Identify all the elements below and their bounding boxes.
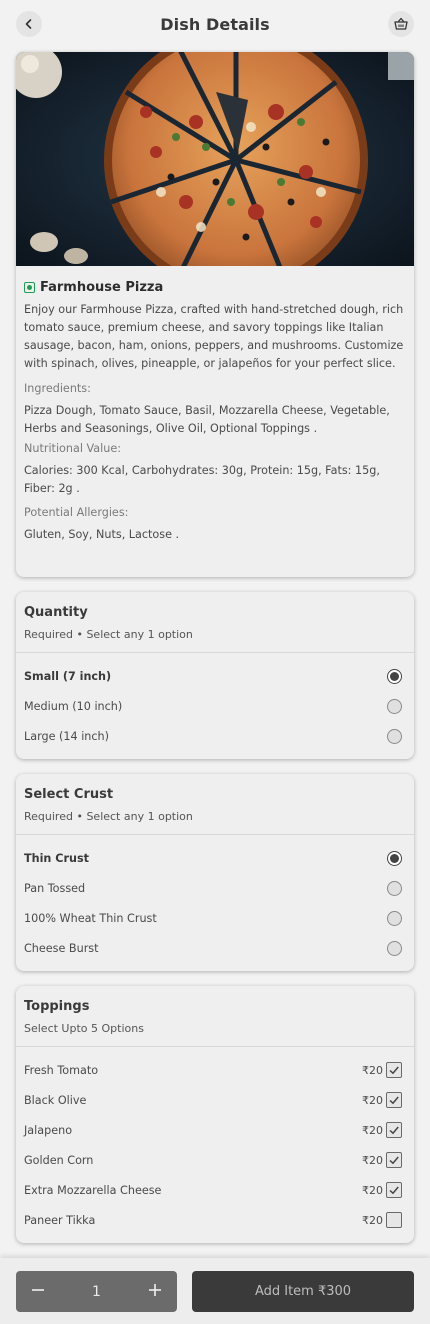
quantity-option-large[interactable]: Large (14 inch) [16,721,414,751]
check-icon [389,1096,399,1105]
checkbox[interactable] [386,1092,402,1108]
radio-selected-icon[interactable] [387,850,402,866]
option-label: Black Olive [24,1093,87,1107]
back-button[interactable] [16,11,42,37]
checkbox[interactable] [386,1182,402,1198]
option-label: Cheese Burst [24,941,99,955]
radio-selected-icon[interactable] [387,668,402,684]
radio-icon[interactable] [387,880,402,896]
topping-golden-corn[interactable]: Golden Corn ₹20 [16,1145,414,1175]
page-title: Dish Details [160,14,270,34]
radio-icon[interactable] [387,910,402,926]
add-item-button[interactable]: Add Item ₹300 [192,1271,414,1312]
crust-option-cheese-burst[interactable]: Cheese Burst [16,933,414,963]
topping-price: ₹20 [362,1093,383,1107]
crust-subtitle: Required • Select any 1 option [24,810,193,823]
crust-option-pan[interactable]: Pan Tossed [16,873,414,903]
veg-indicator-icon [24,282,35,293]
topping-paneer-tikka[interactable]: Paneer Tikka ₹20 [16,1205,414,1235]
check-icon [389,1066,399,1075]
crust-option-thin[interactable]: Thin Crust [16,843,414,873]
option-label: Golden Corn [24,1153,94,1167]
topping-price: ₹20 [362,1063,383,1077]
topping-price: ₹20 [362,1183,383,1197]
minus-icon [32,1288,44,1291]
topping-price: ₹20 [362,1123,383,1137]
checkbox[interactable] [386,1152,402,1168]
radio-icon[interactable] [387,728,402,744]
allergies-label: Potential Allergies: [24,506,129,519]
toppings-card: Toppings Select Upto 5 Options Fresh Tom… [16,986,414,1243]
topping-jalapeno[interactable]: Jalapeno ₹20 [16,1115,414,1145]
option-label: Medium (10 inch) [24,699,123,713]
option-label: Fresh Tomato [24,1063,99,1077]
toppings-subtitle: Select Upto 5 Options [24,1022,144,1035]
quantity-option-small[interactable]: Small (7 inch) [16,661,414,691]
chevron-left-icon [25,19,32,29]
option-label: Jalapeno [24,1123,73,1137]
topping-fresh-tomato[interactable]: Fresh Tomato ₹20 [16,1055,414,1085]
topping-price: ₹20 [362,1213,383,1227]
plus-icon [148,1283,161,1296]
nutrition-label: Nutritional Value: [24,442,121,455]
dish-name-row: Farmhouse Pizza [24,280,406,295]
quantity-stepper: 1 [16,1271,177,1312]
dish-description: Enjoy our Farmhouse Pizza, crafted with … [24,303,404,370]
basket-icon [394,17,408,30]
pizza-image [16,52,414,266]
allergies-value: Gluten, Soy, Nuts, Lactose . [24,528,180,541]
crust-card: Select Crust Required • Select any 1 opt… [16,774,414,971]
crust-option-wheat[interactable]: 100% Wheat Thin Crust [16,903,414,933]
option-label: Extra Mozzarella Cheese [24,1183,162,1197]
quantity-value: 1 [92,1283,101,1300]
quantity-option-medium[interactable]: Medium (10 inch) [16,691,414,721]
option-label: Paneer Tikka [24,1213,96,1227]
check-icon [389,1186,399,1195]
topping-price: ₹20 [362,1153,383,1167]
check-icon [389,1156,399,1165]
option-label: Small (7 inch) [24,669,112,683]
checkbox[interactable] [386,1122,402,1138]
dish-name: Farmhouse Pizza [40,280,164,295]
check-icon [389,1126,399,1135]
radio-icon[interactable] [387,698,402,714]
quantity-title: Quantity [24,605,88,620]
crust-title: Select Crust [24,787,114,802]
quantity-subtitle: Required • Select any 1 option [24,628,193,641]
quantity-card: Quantity Required • Select any 1 option … [16,592,414,759]
toppings-options: Fresh Tomato ₹20 Black Olive ₹20 Jalapen… [16,1047,414,1235]
toppings-title: Toppings [24,999,90,1014]
ingredients-value: Pizza Dough, Tomato Sauce, Basil, Mozzar… [24,404,390,435]
checkbox[interactable] [386,1062,402,1078]
nutrition-value: Calories: 300 Kcal, Carbohydrates: 30g, … [24,464,380,495]
topping-black-olive[interactable]: Black Olive ₹20 [16,1085,414,1115]
crust-options: Thin Crust Pan Tossed 100% Wheat Thin Cr… [16,835,414,963]
decrement-button[interactable] [30,1282,46,1302]
ingredients-label: Ingredients: [24,382,91,395]
increment-button[interactable] [147,1282,163,1302]
option-label: Pan Tossed [24,881,86,895]
topping-extra-mozzarella[interactable]: Extra Mozzarella Cheese ₹20 [16,1175,414,1205]
app-header: Dish Details [0,0,430,48]
option-label: Thin Crust [24,851,89,865]
radio-icon[interactable] [387,940,402,956]
quantity-options: Small (7 inch) Medium (10 inch) Large (1… [16,653,414,751]
bottom-bar: 1 Add Item ₹300 [0,1258,430,1324]
option-label: 100% Wheat Thin Crust [24,911,157,925]
cart-button[interactable] [388,11,414,37]
dish-card: Farmhouse Pizza Enjoy our Farmhouse Pizz… [16,52,414,577]
checkbox[interactable] [386,1212,402,1228]
option-label: Large (14 inch) [24,729,109,743]
